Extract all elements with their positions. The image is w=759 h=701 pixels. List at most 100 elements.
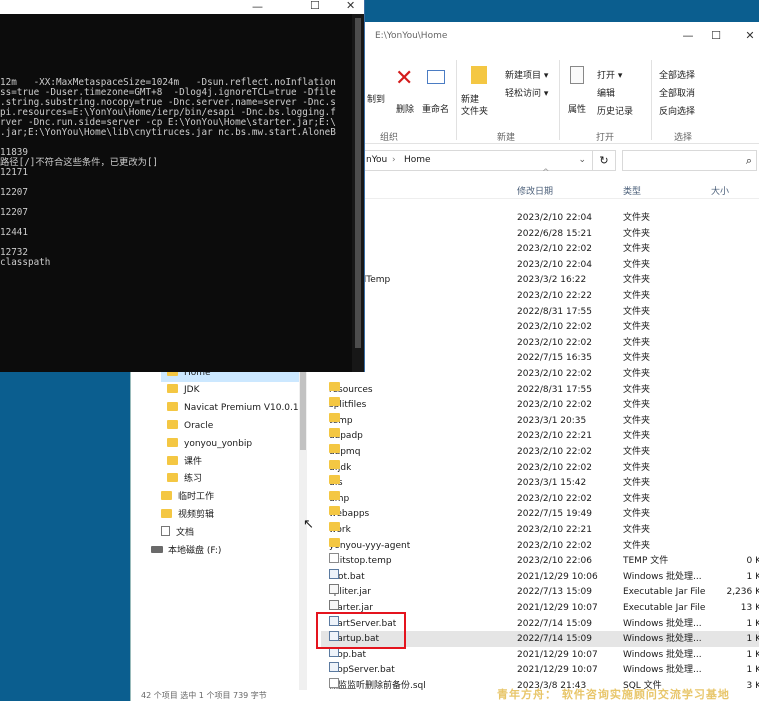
minimize-button[interactable]: — xyxy=(252,0,263,13)
file-type: Windows 批处理... xyxy=(623,665,702,676)
address-bar[interactable]: nYou › Home ⌄ xyxy=(359,150,593,171)
folder-icon xyxy=(167,384,178,394)
file-date: 2022/7/13 15:09 xyxy=(517,587,592,598)
file-row[interactable]: temp 2023/3/1 20:35 文件夹 xyxy=(321,412,759,429)
file-row[interactable]: INF2023/2/10 22:04文件夹 xyxy=(321,210,759,226)
nav-item[interactable]: JDK xyxy=(167,382,200,399)
nav-item[interactable]: 练习 xyxy=(167,471,202,488)
search-icon: ⌕ xyxy=(745,154,752,167)
refresh-button[interactable]: ↻ xyxy=(592,150,616,171)
sort-arrow-icon: ^ xyxy=(542,168,550,178)
nav-item[interactable]: 本地磁盘 (F:) xyxy=(151,543,221,560)
search-input[interactable]: ⌕ xyxy=(622,150,757,171)
chevron-down-icon[interactable]: ⌄ xyxy=(578,155,586,165)
close-button[interactable]: ✕ xyxy=(346,0,355,12)
file-row[interactable]: exitstop.temp 2023/2/10 22:06 TEMP 文件 0 K xyxy=(321,553,759,569)
file-row[interactable]: uapadp 2023/2/10 22:21 文件夹 xyxy=(321,428,759,444)
nav-item[interactable]: 临时工作 xyxy=(161,489,214,506)
nav-item[interactable]: yonyou_yonbip xyxy=(167,436,252,453)
nav-item[interactable]: Oracle xyxy=(167,418,213,435)
nav-item-label: 课件 xyxy=(184,456,203,467)
file-name: 假监监听删除前备份.sql xyxy=(329,678,426,694)
file-row[interactable]: 2022/7/15 16:35 文件夹 xyxy=(321,350,759,366)
file-row[interactable]: yonyou-yyy-agent 2023/2/10 22:02 文件夹 xyxy=(321,537,759,554)
history-button[interactable]: 历史记录 xyxy=(597,104,633,117)
file-row[interactable]: es2023/2/10 22:04文件夹 xyxy=(321,256,759,273)
file-type: 文件夹 xyxy=(623,275,651,286)
column-type[interactable]: 类型 xyxy=(623,184,641,197)
file-row[interactable]: ump 2023/2/10 22:02 文件夹 xyxy=(321,490,759,507)
file-icon xyxy=(329,678,339,688)
file-row[interactable]: spliter.jar 2022/7/13 15:09 Executable Jar… xyxy=(321,584,759,600)
breadcrumb-segment[interactable]: nYou xyxy=(366,155,387,165)
file-row[interactable]: root.bat 2021/12/29 10:06 Windows 批处理... 1 … xyxy=(321,568,759,585)
new-item-button[interactable]: 新建项目 ▾ xyxy=(505,68,548,81)
batch-file-icon xyxy=(329,568,339,579)
file-size: 0 K xyxy=(746,556,759,567)
file-row[interactable]: t2022/8/31 17:55文件夹 xyxy=(321,303,759,320)
close-button[interactable]: ✕ xyxy=(735,26,759,46)
file-type: 文件夹 xyxy=(623,509,651,520)
folder-icon xyxy=(329,537,340,547)
copy-to-button[interactable]: 制到 xyxy=(367,92,385,105)
minimize-button[interactable]: — xyxy=(673,26,703,46)
delete-button[interactable]: 删除 xyxy=(396,102,414,115)
file-row[interactable]: uapmq 2023/2/10 22:02 文件夹 xyxy=(321,444,759,460)
file-type: Windows 批处理... xyxy=(623,618,702,629)
folder-icon xyxy=(329,397,340,407)
file-row[interactable]: webapps 2022/7/15 19:49 文件夹 xyxy=(321,506,759,522)
file-name: yonyou-yyy-agent xyxy=(329,537,410,554)
file-type: 文件夹 xyxy=(623,369,651,379)
nav-item[interactable]: Navicat Premium V10.0.11. xyxy=(167,400,307,417)
column-date[interactable]: 修改日期 xyxy=(517,184,553,197)
nav-item[interactable]: 视频剪辑 xyxy=(161,507,214,524)
properties-button[interactable]: 属性 xyxy=(568,102,586,115)
column-size[interactable]: 大小 xyxy=(711,184,729,197)
new-folder-button[interactable]: 新建 文件夹 xyxy=(461,94,488,118)
file-row[interactable]: 2023/2/10 22:02 文件夹 xyxy=(321,319,759,335)
file-date: 2023/3/1 15:42 xyxy=(517,478,587,489)
open-button[interactable]: 打开 ▾ xyxy=(597,68,622,81)
file-row[interactable]: ufjdk 2023/2/10 22:02 文件夹 xyxy=(321,459,759,476)
edit-button[interactable]: 编辑 xyxy=(597,86,615,99)
select-none-button[interactable]: 全部取消 xyxy=(659,86,695,99)
maximize-button[interactable]: ☐ xyxy=(701,26,731,46)
file-row[interactable]: dUploadTemp2023/3/2 16:22文件夹 xyxy=(321,272,759,288)
properties-icon xyxy=(570,66,584,84)
rename-button[interactable]: 重命名 xyxy=(422,102,449,115)
file-date: 2023/2/10 22:02 xyxy=(517,447,592,457)
select-all-button[interactable]: 全部选择 xyxy=(659,68,695,81)
file-date: 2022/7/14 15:09 xyxy=(517,618,592,629)
file-row[interactable]: stop.bat 2021/12/29 10:07 Windows 批处理... 1 … xyxy=(321,646,759,663)
easy-access-button[interactable]: 轻松访问 ▾ xyxy=(505,86,548,99)
group-new-label: 新建 xyxy=(497,133,516,143)
console-scrollbar[interactable] xyxy=(352,14,364,372)
file-type: 文件夹 xyxy=(623,478,651,489)
file-row[interactable]: erver2022/6/28 15:21文件夹 xyxy=(321,225,759,242)
file-row[interactable]: resources 2022/8/31 17:55 文件夹 xyxy=(321,381,759,398)
invert-selection-button[interactable]: 反向选择 xyxy=(659,104,695,117)
file-row[interactable]: 2023/2/10 22:02 文件夹 xyxy=(321,366,759,382)
breadcrumb-segment[interactable]: Home xyxy=(404,155,431,165)
file-row[interactable]: ule2023/2/10 22:02文件夹 xyxy=(321,334,759,351)
file-row[interactable]: 2023/2/10 22:22 文件夹 xyxy=(321,288,759,304)
file-row[interactable]: work 2023/2/10 22:21 文件夹 xyxy=(321,522,759,538)
file-type: 文件夹 xyxy=(623,400,651,411)
folder-icon xyxy=(329,522,340,531)
maximize-button[interactable]: ☐ xyxy=(310,0,320,12)
file-name: uapadp xyxy=(329,428,363,444)
console-scrollbar-thumb[interactable] xyxy=(355,18,361,348)
file-row[interactable]: ware2023/2/10 22:02文件夹 xyxy=(321,241,759,257)
nav-item-label: JDK xyxy=(184,385,200,396)
file-row[interactable]: splitfiles 2023/2/10 22:02 文件夹 xyxy=(321,397,759,413)
file-row[interactable]: ufs 2023/3/1 15:42 文件夹 xyxy=(321,475,759,491)
file-name: webapps xyxy=(329,506,369,522)
console-titlebar: — ☐ ✕ xyxy=(0,0,364,14)
nav-item[interactable]: 课件 xyxy=(167,454,202,471)
jar-file-icon xyxy=(329,584,339,595)
file-row[interactable]: stopServer.bat 2021/12/29 10:07 Windows 批处… xyxy=(321,662,759,678)
nav-item[interactable]: 文档 xyxy=(161,525,194,542)
file-date: 2022/6/28 15:21 xyxy=(517,228,592,239)
